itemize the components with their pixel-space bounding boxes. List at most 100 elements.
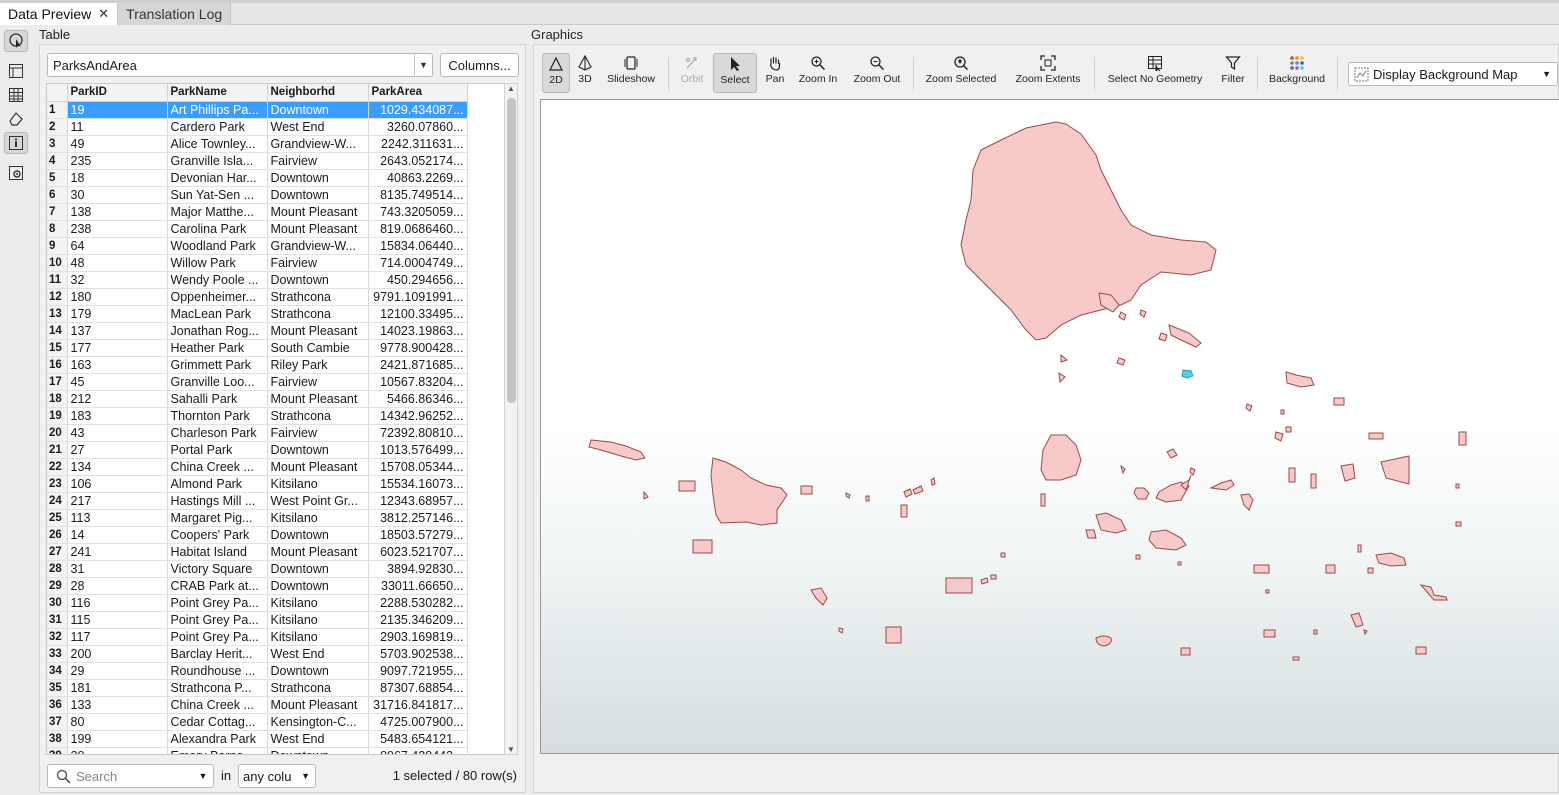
table-cell[interactable]: Downtown <box>267 186 369 204</box>
park-polygon[interactable] <box>1040 493 1046 507</box>
table-cell[interactable]: 14023.19863... <box>368 322 468 340</box>
table-cell[interactable]: Kitsilano <box>267 475 369 493</box>
table-cell[interactable]: 134 <box>67 458 168 476</box>
table-row[interactable]: 11 32 Wendy Poole ... Downtown 450.294656... <box>47 271 468 289</box>
park-polygon[interactable] <box>1116 357 1126 366</box>
table-cell[interactable]: 238 <box>67 220 168 238</box>
table-cell[interactable]: 180 <box>67 288 168 306</box>
table-cell[interactable]: 2643.052174... <box>368 152 468 170</box>
park-polygon[interactable] <box>1350 612 1364 628</box>
table-cell[interactable]: 183 <box>67 407 168 425</box>
table-row[interactable]: 27 241 Habitat Island Mount Pleasant 6023.52… <box>47 543 468 561</box>
table-cell[interactable]: 14 <box>67 526 168 544</box>
table-cell[interactable]: 8135.749514... <box>368 186 468 204</box>
table-cell[interactable]: 106 <box>67 475 168 493</box>
table-cell[interactable]: 14342.96252... <box>368 407 468 425</box>
table-scrollbar[interactable]: ▲ ▼ <box>504 83 518 755</box>
column-filter-select[interactable]: any colu ▼ <box>238 764 316 788</box>
table-cell[interactable]: 87307.68854... <box>368 679 468 697</box>
table-cell[interactable]: 450.294656... <box>368 271 468 289</box>
table-cell[interactable]: 3260.07860... <box>368 118 468 136</box>
park-polygon[interactable] <box>1095 512 1127 534</box>
table-cell[interactable]: 12343.68957... <box>368 492 468 510</box>
park-polygon[interactable] <box>1240 493 1254 511</box>
table-row[interactable]: 26 14 Coopers' Park Downtown 18503.57279... <box>47 526 468 544</box>
table-cell[interactable]: Fairview <box>267 152 369 170</box>
park-polygon[interactable] <box>1058 371 1066 384</box>
table-cell[interactable]: Cedar Cottag... <box>167 713 268 731</box>
table-cell[interactable]: 1029.434087... <box>368 101 468 119</box>
table-cell[interactable]: 6023.521707... <box>368 543 468 561</box>
table-row[interactable]: 17 45 Granville Loo... Fairview 10567.83204.… <box>47 373 468 391</box>
column-header[interactable]: ParkArea <box>368 84 468 102</box>
park-polygon[interactable] <box>692 539 713 554</box>
table-cell[interactable]: 181 <box>67 679 168 697</box>
table-cell[interactable]: West End <box>267 645 369 663</box>
table-cell[interactable]: Oppenheimer... <box>167 288 268 306</box>
tool-background-button[interactable]: Background <box>1266 53 1328 93</box>
table-cell[interactable]: 116 <box>67 594 168 612</box>
table-cell[interactable]: MacLean Park <box>167 305 268 323</box>
table-cell[interactable]: 2242.311631... <box>368 135 468 153</box>
table-cell[interactable]: Grandview-W... <box>267 135 369 153</box>
park-polygon[interactable] <box>865 495 870 502</box>
dataset-select[interactable]: ParksAndArea ▼ <box>47 53 433 77</box>
table-cell[interactable]: Granville Loo... <box>167 373 268 391</box>
park-polygon[interactable] <box>800 485 813 495</box>
search-input[interactable]: Search <box>47 764 214 788</box>
table-row[interactable]: 19 183 Thornton Park Strathcona 14342.96252.… <box>47 407 468 425</box>
column-header[interactable]: ParkName <box>167 84 268 102</box>
table-cell[interactable]: 72392.80810... <box>368 424 468 442</box>
park-polygon[interactable] <box>1148 529 1187 551</box>
table-cell[interactable]: 18 <box>67 169 168 187</box>
table-row[interactable]: 33 200 Barclay Herit... West End 5703.902538… <box>47 645 468 663</box>
table-cell[interactable]: Mount Pleasant <box>267 543 369 561</box>
table-cell[interactable]: Strathcona <box>267 407 369 425</box>
park-polygon[interactable] <box>1060 353 1069 363</box>
table-cell[interactable]: Downtown <box>267 271 369 289</box>
table-row[interactable]: 25 113 Margaret Pig... Kitsilano 3812.257146… <box>47 509 468 527</box>
table-cell[interactable]: Mount Pleasant <box>267 203 369 221</box>
table-cell[interactable]: Grandview-W... <box>267 237 369 255</box>
table-cell[interactable]: Mount Pleasant <box>267 696 369 714</box>
table-cell[interactable]: 137 <box>67 322 168 340</box>
table-cell[interactable]: Grimmett Park <box>167 356 268 374</box>
park-polygon[interactable] <box>1274 431 1284 442</box>
park-polygon[interactable] <box>885 626 902 644</box>
table-row[interactable]: 14 137 Jonathan Rog... Mount Pleasant 14023.… <box>47 322 468 340</box>
table-cell[interactable]: Kitsilano <box>267 594 369 612</box>
table-row[interactable]: 5 18 Devonian Har... Downtown 40863.2269... <box>47 169 468 187</box>
table-cell[interactable]: 117 <box>67 628 168 646</box>
table-cell[interactable]: Strathcona P... <box>167 679 268 697</box>
park-polygon[interactable] <box>1367 567 1374 574</box>
table-cell[interactable]: 4725.007900... <box>368 713 468 731</box>
table-row[interactable]: 36 133 China Creek ... Mount Pleasant 31716.… <box>47 696 468 714</box>
park-polygon[interactable] <box>1285 426 1292 433</box>
table-cell[interactable]: Point Grey Pa... <box>167 628 268 646</box>
park-polygon[interactable] <box>1040 434 1082 481</box>
column-header[interactable]: Neighborhd <box>267 84 369 102</box>
park-polygon[interactable] <box>1263 629 1276 638</box>
table-cell[interactable]: Kitsilano <box>267 611 369 629</box>
table-row[interactable]: 37 80 Cedar Cottag... Kensington-C... 4725.0… <box>47 713 468 731</box>
park-polygon[interactable] <box>1415 646 1427 655</box>
park-polygon[interactable] <box>1253 564 1270 574</box>
table-cell[interactable]: Habitat Island <box>167 543 268 561</box>
table-cell[interactable]: 45 <box>67 373 168 391</box>
table-row[interactable]: 29 28 CRAB Park at... Downtown 33011.66650..… <box>47 577 468 595</box>
table-cell[interactable]: 138 <box>67 203 168 221</box>
park-polygon[interactable] <box>588 439 646 461</box>
table-cell[interactable]: South Cambie <box>267 339 369 357</box>
table-cell[interactable]: Fairview <box>267 424 369 442</box>
scroll-up-icon[interactable]: ▲ <box>507 84 515 93</box>
park-polygon[interactable] <box>1313 629 1318 635</box>
table-cell[interactable]: Wendy Poole ... <box>167 271 268 289</box>
table-cell[interactable]: 133 <box>67 696 168 714</box>
table-cell[interactable]: 235 <box>67 152 168 170</box>
table-cell[interactable]: Fairview <box>267 373 369 391</box>
table-cell[interactable]: 11 <box>67 118 168 136</box>
table-row[interactable]: 10 48 Willow Park Fairview 714.0004749... <box>47 254 468 272</box>
table-cell[interactable]: Mount Pleasant <box>267 322 369 340</box>
table-row[interactable]: 28 31 Victory Square Downtown 3894.92830... <box>47 560 468 578</box>
table-cell[interactable]: Heather Park <box>167 339 268 357</box>
